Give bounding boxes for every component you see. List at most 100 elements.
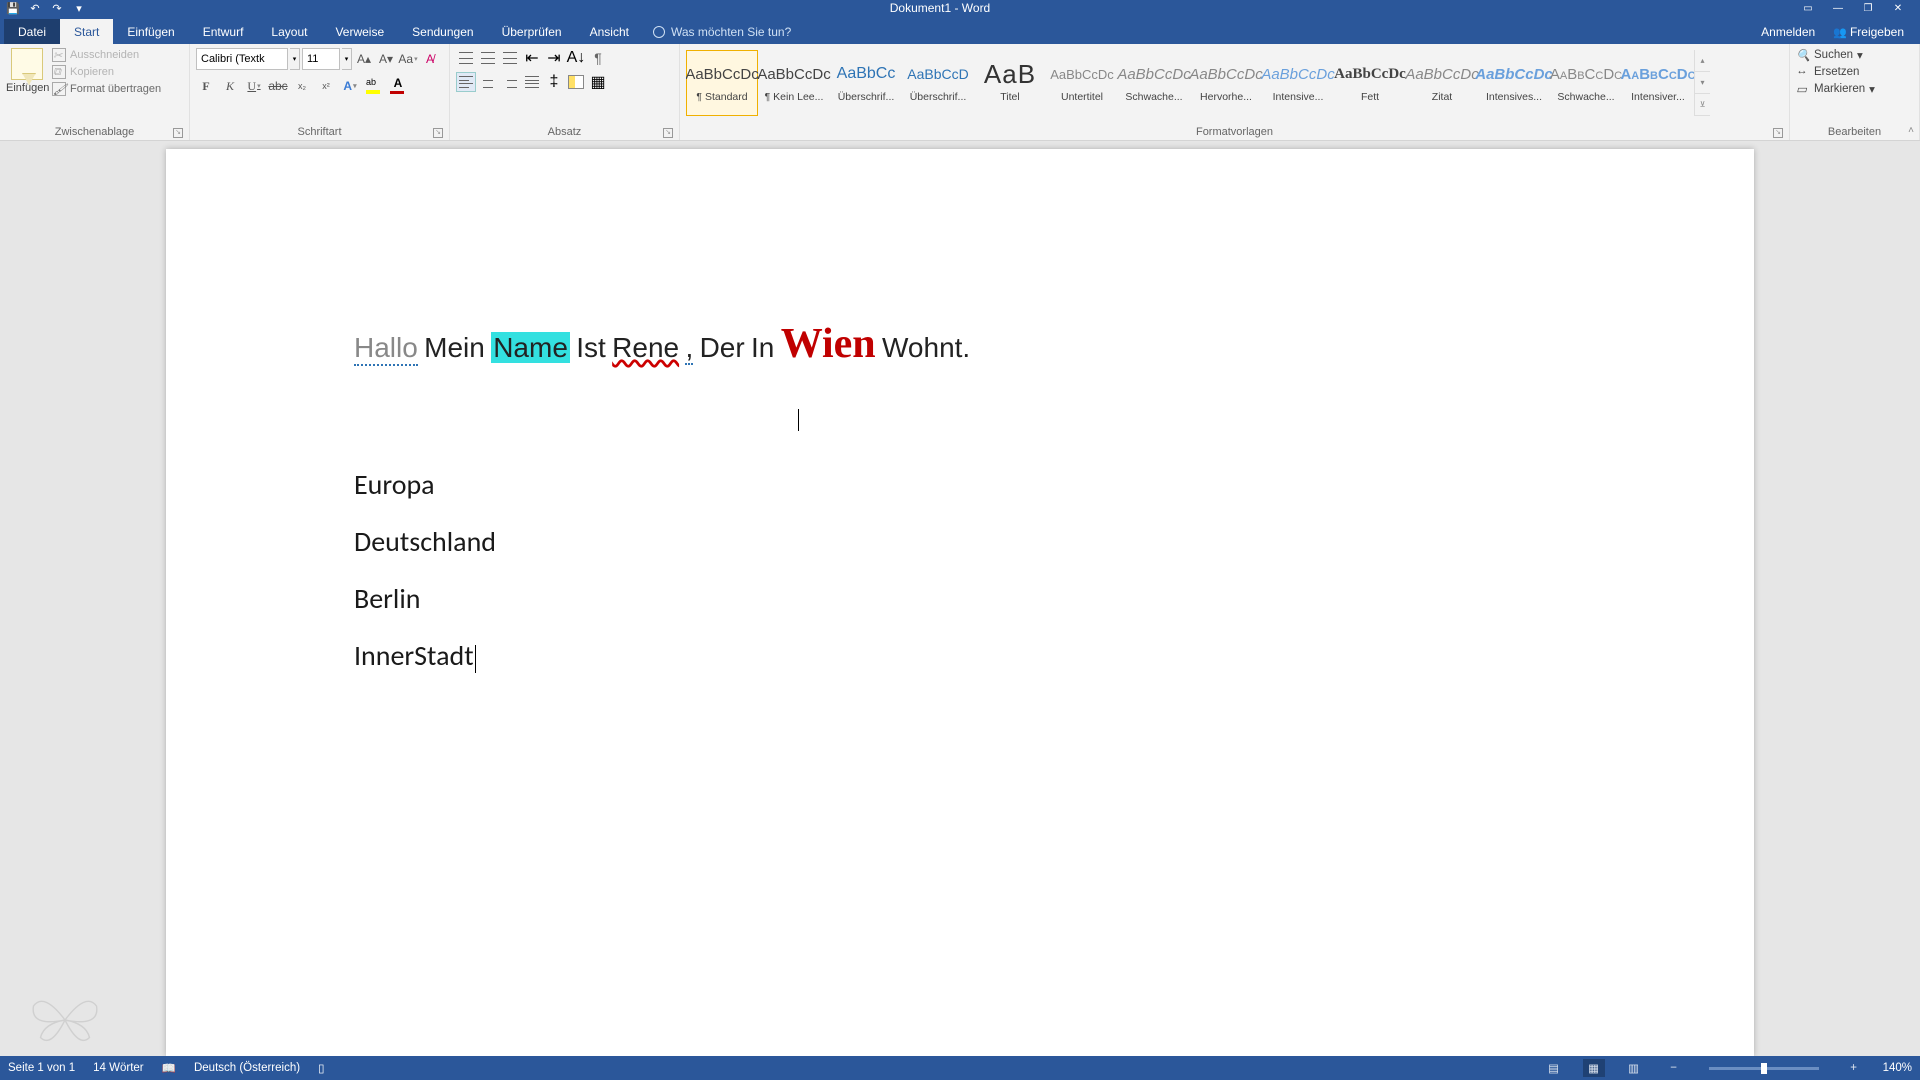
status-macro-icon[interactable]: ▯: [318, 1061, 324, 1075]
style-item-0[interactable]: AaBbCcDc¶ Standard: [686, 50, 758, 116]
align-right-button[interactable]: [500, 72, 520, 92]
heading-4[interactable]: InnerStadt: [354, 638, 1566, 673]
font-size-dropdown-icon[interactable]: ▾: [342, 48, 352, 70]
underline-button[interactable]: U: [244, 76, 264, 96]
bold-button[interactable]: F: [196, 76, 216, 96]
find-button[interactable]: 🔍Suchen ▾: [1796, 48, 1875, 62]
style-item-8[interactable]: AaBbCcDcIntensive...: [1262, 50, 1334, 116]
tab-design[interactable]: Entwurf: [189, 19, 258, 44]
clipboard-dialog-launcher[interactable]: ↘: [173, 128, 183, 138]
word-wien[interactable]: Wien: [781, 321, 876, 367]
view-read-mode-icon[interactable]: ▤: [1543, 1059, 1565, 1077]
bullets-button[interactable]: [456, 48, 476, 68]
sign-in-link[interactable]: Anmelden: [1761, 25, 1815, 39]
decrease-indent-button[interactable]: ⇤: [522, 48, 542, 68]
heading-1[interactable]: Europa: [354, 467, 1566, 502]
status-page[interactable]: Seite 1 von 1: [8, 1062, 75, 1074]
word-rene[interactable]: Rene: [612, 332, 679, 363]
heading-2[interactable]: Deutschland: [354, 524, 1566, 559]
redo-icon[interactable]: ↷: [50, 1, 64, 15]
font-name-combo[interactable]: Calibri (Textk: [196, 48, 288, 70]
style-item-13[interactable]: AaBbCcDcIntensiver...: [1622, 50, 1694, 116]
tab-mailings[interactable]: Sendungen: [398, 19, 487, 44]
clear-formatting-button[interactable]: A̸: [420, 49, 440, 69]
view-print-layout-icon[interactable]: ▦: [1583, 1059, 1605, 1077]
close-button[interactable]: ✕: [1884, 0, 1912, 16]
italic-button[interactable]: K: [220, 76, 240, 96]
borders-button[interactable]: ▦: [588, 72, 608, 92]
status-word-count[interactable]: 14 Wörter: [93, 1062, 144, 1074]
change-case-button[interactable]: Aa: [398, 49, 418, 69]
word-ist[interactable]: Ist: [576, 332, 606, 363]
grow-font-button[interactable]: A▴: [354, 49, 374, 69]
ribbon-display-options-icon[interactable]: ▭: [1794, 0, 1822, 16]
word-in[interactable]: In: [751, 332, 774, 363]
styles-scroll[interactable]: ▴▾⊻: [1694, 50, 1710, 116]
sort-button[interactable]: A↓: [566, 48, 586, 68]
tab-start[interactable]: Start: [60, 19, 113, 44]
style-item-1[interactable]: AaBbCcDc¶ Kein Lee...: [758, 50, 830, 116]
word-name[interactable]: Name: [491, 332, 570, 363]
style-item-9[interactable]: AaBbCcDcFett: [1334, 50, 1406, 116]
heading-3[interactable]: Berlin: [354, 581, 1566, 616]
align-center-button[interactable]: [478, 72, 498, 92]
select-button[interactable]: ▭Markieren ▾: [1796, 82, 1875, 96]
subscript-button[interactable]: x₂: [292, 76, 312, 96]
numbering-button[interactable]: [478, 48, 498, 68]
increase-indent-button[interactable]: ⇥: [544, 48, 564, 68]
view-web-layout-icon[interactable]: ▥: [1623, 1059, 1645, 1077]
copy-button[interactable]: ⧉Kopieren: [52, 65, 161, 79]
format-painter-button[interactable]: 🖌Format übertragen: [52, 82, 161, 96]
tab-review[interactable]: Überprüfen: [488, 19, 576, 44]
tab-insert[interactable]: Einfügen: [113, 19, 188, 44]
font-dialog-launcher[interactable]: ↘: [433, 128, 443, 138]
style-item-12[interactable]: AaBbCcDcSchwache...: [1550, 50, 1622, 116]
zoom-level[interactable]: 140%: [1883, 1062, 1912, 1074]
paragraph-dialog-launcher[interactable]: ↘: [663, 128, 673, 138]
highlight-button[interactable]: [364, 76, 384, 96]
multilevel-list-button[interactable]: [500, 48, 520, 68]
undo-icon[interactable]: ↶: [28, 1, 42, 15]
zoom-in-button[interactable]: +: [1843, 1059, 1865, 1077]
tell-me-search[interactable]: Was möchten Sie tun?: [653, 25, 791, 44]
status-proofing-icon[interactable]: 📖: [162, 1061, 176, 1075]
maximize-button[interactable]: ❐: [1854, 0, 1882, 16]
style-item-11[interactable]: AaBbCcDcIntensives...: [1478, 50, 1550, 116]
tab-file[interactable]: Datei: [4, 19, 60, 44]
zoom-slider[interactable]: [1709, 1067, 1819, 1070]
word-comma[interactable]: ,: [685, 332, 693, 365]
zoom-thumb[interactable]: [1761, 1063, 1767, 1074]
justify-button[interactable]: [522, 72, 542, 92]
style-item-4[interactable]: AaBTitel: [974, 50, 1046, 116]
shrink-font-button[interactable]: A▾: [376, 49, 396, 69]
show-marks-button[interactable]: ¶: [588, 48, 608, 68]
shading-button[interactable]: [566, 72, 586, 92]
line-spacing-button[interactable]: ‡: [544, 72, 564, 92]
style-item-7[interactable]: AaBbCcDcHervorhe...: [1190, 50, 1262, 116]
style-item-5[interactable]: AaBbCcDcUntertitel: [1046, 50, 1118, 116]
cut-button[interactable]: ✂Ausschneiden: [52, 48, 161, 62]
save-icon[interactable]: 💾: [6, 1, 20, 15]
font-size-combo[interactable]: 11: [302, 48, 340, 70]
minimize-button[interactable]: —: [1824, 0, 1852, 16]
share-button[interactable]: Freigeben: [1833, 25, 1904, 39]
text-effects-button[interactable]: A: [340, 76, 360, 96]
align-left-button[interactable]: [456, 72, 476, 92]
tab-references[interactable]: Verweise: [321, 19, 398, 44]
tab-view[interactable]: Ansicht: [576, 19, 643, 44]
collapse-ribbon-icon[interactable]: ˄: [1908, 125, 1914, 136]
style-item-3[interactable]: AaBbCcDÜberschrif...: [902, 50, 974, 116]
style-item-6[interactable]: AaBbCcDcSchwache...: [1118, 50, 1190, 116]
superscript-button[interactable]: x²: [316, 76, 336, 96]
tab-layout[interactable]: Layout: [257, 19, 321, 44]
word-mein[interactable]: Mein: [424, 332, 485, 363]
font-color-button[interactable]: A: [388, 76, 408, 96]
page[interactable]: Hallo Mein Name Ist Rene , Der In Wien W…: [166, 149, 1754, 1056]
word-hallo[interactable]: Hallo: [354, 332, 418, 366]
paste-button[interactable]: Einfügen: [6, 48, 48, 94]
zoom-out-button[interactable]: −: [1663, 1059, 1685, 1077]
status-language[interactable]: Deutsch (Österreich): [194, 1062, 300, 1074]
word-der[interactable]: Der: [700, 332, 745, 363]
style-item-2[interactable]: AaBbCcÜberschrif...: [830, 50, 902, 116]
styles-dialog-launcher[interactable]: ↘: [1773, 128, 1783, 138]
